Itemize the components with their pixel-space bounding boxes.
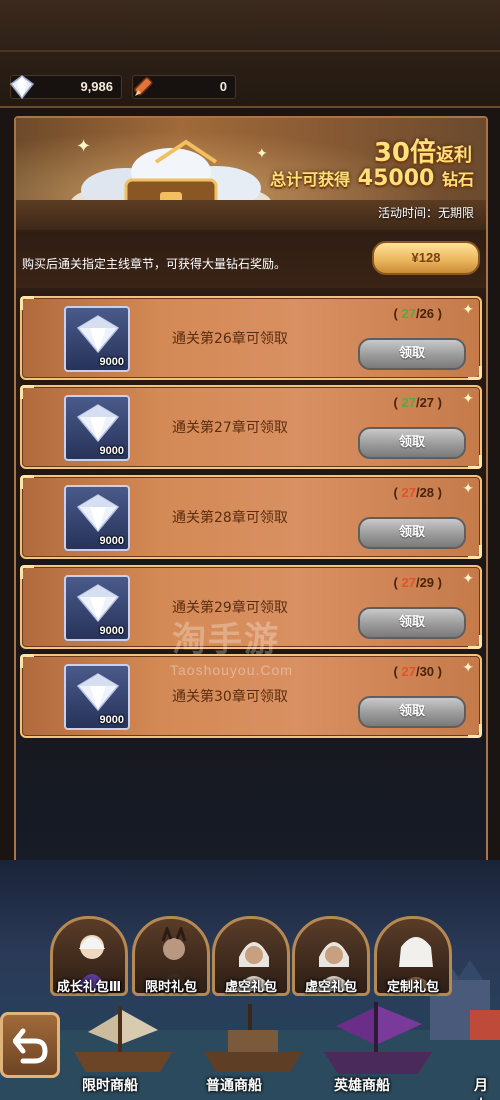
- reward-progress: ( 27/29 ): [393, 575, 442, 590]
- reward-condition: 通关第28章可领取: [172, 510, 288, 526]
- event-time: 活动时间：无期限: [377, 206, 474, 220]
- reward-item[interactable]: 9000: [64, 485, 130, 551]
- pencil-icon: [134, 77, 153, 96]
- card-corner: [20, 475, 34, 489]
- progress-required: /29: [415, 575, 435, 590]
- svg-text:✦: ✦: [76, 136, 91, 157]
- reward-item[interactable]: 9000: [64, 575, 130, 641]
- diamond-icon: [76, 404, 120, 443]
- diamond-icon: [76, 673, 120, 712]
- card-corner: [468, 366, 482, 380]
- reward-amount: 9000: [99, 445, 124, 457]
- reward-card: ✦ 9000 通关第27章可领取 ( 27/27 ) 领取: [20, 385, 482, 469]
- sparkle-icon: ✦: [462, 481, 474, 497]
- card-corner: [468, 635, 482, 649]
- gift-tab-growth[interactable]: 成长礼包Ⅲ: [50, 916, 128, 996]
- reward-card: ✦ 9000 通关第26章可领取 ( 27/26 ) 领取: [20, 296, 482, 380]
- reward-progress: ( 27/27 ): [393, 395, 442, 410]
- card-corner: [468, 724, 482, 738]
- gift-tab-label: 定制礼包: [386, 980, 439, 995]
- pencil-count: 0: [219, 79, 227, 94]
- diamond-count: 9,986: [80, 79, 113, 94]
- sparkle-icon: ✦: [462, 571, 474, 587]
- reward-condition: 通关第26章可领取: [172, 331, 288, 347]
- reward-item[interactable]: 9000: [64, 306, 130, 372]
- multiplier-text: 30倍: [373, 138, 436, 168]
- diamond-counter[interactable]: 9,986: [9, 75, 122, 100]
- reward-amount: 9000: [99, 625, 124, 637]
- progress-current: 27: [401, 664, 416, 679]
- diamond-icon: [76, 494, 120, 533]
- reward-card: ✦ 9000 通关第28章可领取 ( 27/28 ) 领取: [20, 475, 482, 559]
- card-corner: [468, 545, 482, 559]
- progress-current: 27: [401, 485, 416, 500]
- banner-total: 总计可获得 45000 钻石: [270, 166, 474, 191]
- card-corner: [20, 565, 34, 579]
- card-corner: [20, 296, 34, 310]
- progress-current: 27: [401, 306, 416, 321]
- claim-button[interactable]: 领取: [358, 517, 466, 549]
- banner-multiplier: 30倍返利: [374, 132, 472, 169]
- gift-tab-void-1[interactable]: 虚空礼包: [212, 916, 290, 996]
- reward-condition: 通关第30章可领取: [172, 689, 288, 705]
- back-button[interactable]: [0, 1012, 60, 1078]
- gift-tab-limited[interactable]: 限时礼包: [132, 916, 210, 996]
- reward-condition: 通关第27章可领取: [172, 420, 288, 436]
- progress-required: /27: [415, 395, 435, 410]
- reward-item[interactable]: 9000: [64, 395, 130, 461]
- total-prefix: 总计可获得: [270, 170, 351, 189]
- ship-icon: [324, 1002, 432, 1074]
- buy-button[interactable]: ¥128: [372, 241, 480, 275]
- reward-progress: ( 27/26 ): [393, 306, 442, 321]
- claim-button[interactable]: 领取: [358, 607, 466, 639]
- ship-label-limited[interactable]: 限时商船: [82, 1075, 138, 1095]
- watermark-text: 淘手游: [172, 620, 280, 660]
- gift-tab-label: 虚空礼包: [304, 980, 357, 995]
- claim-button[interactable]: 领取: [358, 427, 466, 459]
- diamond-icon: [76, 584, 120, 623]
- reward-progress: ( 27/28 ): [393, 485, 442, 500]
- ship-label-monthly[interactable]: 月十: [474, 1075, 500, 1100]
- ship-icon: [74, 1006, 172, 1072]
- sparkle-icon: ✦: [462, 302, 474, 318]
- gift-tab-label: 限时礼包: [144, 980, 197, 995]
- ship-label-normal[interactable]: 普通商船: [206, 1075, 262, 1095]
- claim-button[interactable]: 领取: [358, 696, 466, 728]
- gift-tab-label: 成长礼包Ⅲ: [56, 980, 122, 995]
- progress-current: 27: [401, 395, 416, 410]
- diamond-icon: [76, 315, 120, 354]
- sparkle-icon: ✦: [462, 660, 474, 676]
- top-bar-divider: [0, 50, 500, 52]
- back-arrow-icon: [13, 1028, 48, 1064]
- svg-text:✦: ✦: [256, 146, 268, 162]
- progress-required: /28: [415, 485, 435, 500]
- watermark-url: Taoshouyou.Com: [170, 662, 293, 678]
- progress-required: /30: [415, 664, 435, 679]
- progress-current: 27: [401, 575, 416, 590]
- reward-progress: ( 27/30 ): [393, 664, 442, 679]
- gift-tab-void-2[interactable]: 虚空礼包: [292, 916, 370, 996]
- card-corner: [20, 385, 34, 399]
- gift-tab-custom[interactable]: 定制礼包: [374, 916, 452, 996]
- progress-required: /26: [415, 306, 435, 321]
- ship-label-hero[interactable]: 英雄商船: [334, 1075, 390, 1095]
- total-suffix: 钻石: [441, 170, 474, 189]
- reward-amount: 9000: [99, 714, 124, 726]
- multiplier-suffix: 返利: [436, 145, 472, 166]
- reward-amount: 9000: [99, 535, 124, 547]
- total-amount: 45000: [357, 166, 435, 191]
- event-description: 购买后通关指定主线章节，可获得大量钻石奖励。: [22, 257, 287, 271]
- pencil-counter[interactable]: 0: [132, 75, 236, 99]
- claim-button[interactable]: 领取: [358, 338, 466, 370]
- sparkle-icon: ✦: [462, 391, 474, 407]
- diamond-icon: [9, 75, 35, 100]
- event-banner: ✦ ✦ 30倍返利 总计可获得 45000 钻石 活动时间：无期限: [16, 118, 486, 230]
- ship-icon: [204, 1004, 302, 1072]
- gift-tab-label: 虚空礼包: [224, 980, 277, 995]
- card-corner: [468, 455, 482, 469]
- reward-amount: 9000: [99, 356, 124, 368]
- card-corner: [20, 654, 34, 668]
- reward-item[interactable]: 9000: [64, 664, 130, 730]
